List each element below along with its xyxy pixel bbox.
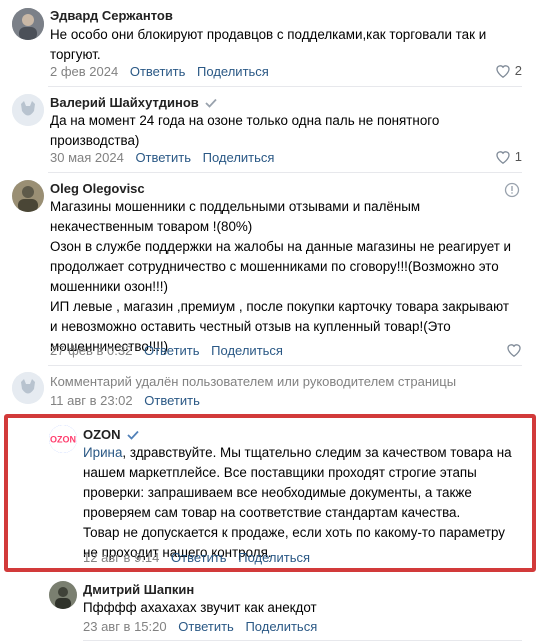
heart-icon [496,65,510,78]
comment-text: Пфффф ахахахах звучит как анекдот [83,598,523,618]
comment-text: Не особо они блокируют продавцов с подде… [50,25,520,65]
comment-date[interactable]: 12 авг в 9:14 [83,550,159,565]
share-button[interactable]: Поделиться [203,150,275,165]
comment-line: Озон в службе поддержки на жалобы на дан… [50,239,512,294]
reply-button[interactable]: Ответить [135,150,191,165]
comment-meta: 30 мая 2024 Ответить Поделиться [50,150,274,165]
avatar [12,372,44,404]
heart-icon [496,151,510,164]
comment-author[interactable]: Дмитрий Шапкин [83,582,194,597]
like-button[interactable] [506,342,522,357]
avatar[interactable] [12,180,44,212]
divider [48,365,522,366]
comment-date[interactable]: 11 авг в 23:02 [50,393,133,408]
comment-author[interactable]: Эдвард Сержантов [50,8,173,23]
reply-button[interactable]: Ответить [144,393,200,408]
comment-meta: 12 авг в 9:14 Ответить Поделиться [83,550,310,565]
comment-author[interactable]: Валерий Шайхутдинов [50,95,217,110]
comment-date[interactable]: 27 фев в 0:32 [50,343,132,358]
comment-text: Магазины мошенники с поддельными отзывам… [50,197,520,357]
comment-date[interactable]: 23 авг в 15:20 [83,619,167,634]
share-button[interactable]: Поделиться [238,550,310,565]
reply-button[interactable]: Ответить [178,619,234,634]
verified-icon [126,430,139,440]
comment-date[interactable]: 30 мая 2024 [50,150,124,165]
reply-button[interactable]: Ответить [130,64,186,79]
comment-meta: 23 авг в 15:20 Ответить Поделиться [83,619,317,634]
divider [83,640,522,641]
avatar[interactable] [49,581,77,609]
ozon-logo: OZON [50,435,76,445]
comment-author[interactable]: OZON [83,427,139,442]
comment-date[interactable]: 2 фев 2024 [50,64,118,79]
comment-line: Пфффф ахахахах звучит как анекдот [83,600,317,615]
comment-line: Не особо они блокируют продавцов с подде… [50,27,487,62]
comment-meta: 11 авг в 23:02 Ответить [50,393,200,408]
share-button[interactable]: Поделиться [245,619,317,634]
share-button[interactable]: Поделиться [197,64,269,79]
avatar[interactable]: OZON [49,425,77,453]
comment-line-text: , здравствуйте. Мы тщательно следим за к… [83,445,512,520]
author-name[interactable]: OZON [83,427,121,442]
like-button[interactable]: 1 [495,149,522,164]
heart-icon [507,344,521,357]
like-button[interactable]: 2 [495,63,522,78]
author-name[interactable]: Валерий Шайхутдинов [50,95,199,110]
avatar[interactable] [12,94,44,126]
comment-line: Ирина, здравствуйте. Мы тщательно следим… [83,443,523,523]
like-count: 1 [514,149,522,164]
comment-text: Да на момент 24 года на озоне только одн… [50,111,520,151]
share-button[interactable]: Поделиться [211,343,283,358]
comment-author[interactable]: Oleg Olegovisc [50,181,145,196]
reply-button[interactable]: Ответить [144,343,200,358]
like-count: 2 [514,63,522,78]
deleted-comment-text: Комментарий удалён пользователем или рук… [50,374,457,389]
verified-icon [205,98,217,108]
comment-meta: 27 фев в 0:32 Ответить Поделиться [50,343,283,358]
divider [48,172,522,173]
report-icon[interactable] [504,182,520,198]
avatar[interactable] [12,8,44,40]
comment-text: Ирина, здравствуйте. Мы тщательно следим… [83,443,523,563]
divider [48,86,522,87]
comment-line: Да на момент 24 года на озоне только одн… [50,113,440,148]
comment-line: Магазины мошенники с поддельными отзывам… [50,199,421,234]
reply-addressee[interactable]: Ирина [83,445,122,460]
comment-meta: 2 фев 2024 Ответить Поделиться [50,64,269,79]
reply-button[interactable]: Ответить [171,550,227,565]
